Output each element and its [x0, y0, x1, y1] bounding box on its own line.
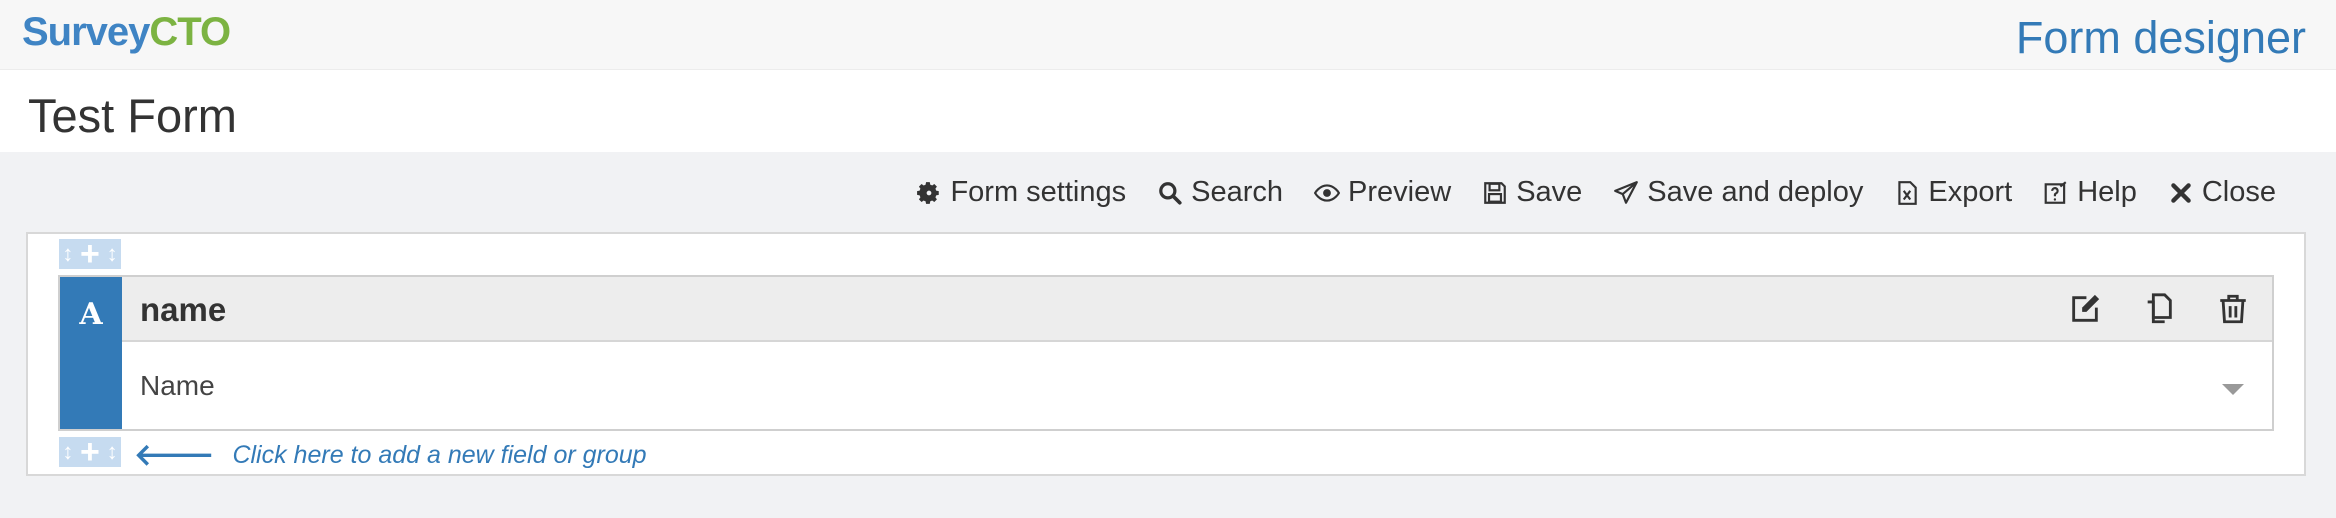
export-button[interactable]: Export — [1894, 176, 2012, 209]
save-and-deploy-button[interactable]: Save and deploy — [1613, 176, 1863, 209]
form-settings-label: Form settings — [950, 176, 1127, 208]
plus-icon: + — [80, 235, 100, 273]
preview-button[interactable]: Preview — [1314, 176, 1451, 209]
close-button[interactable]: Close — [2168, 176, 2276, 209]
insert-field-below-handle[interactable]: ↕ + ↕ — [59, 433, 121, 471]
help-label: Help — [2077, 176, 2137, 208]
page-title: Form designer — [2015, 12, 2306, 63]
add-field-link[interactable]: 🡐 Click here to add a new field or group — [134, 437, 647, 473]
move-arrow-icon: ↕ — [62, 241, 74, 266]
export-label: Export — [1928, 176, 2013, 208]
close-icon — [2171, 182, 2191, 203]
move-arrow-icon: ↕ — [62, 439, 74, 464]
save-label: Save — [1516, 176, 1583, 208]
search-button[interactable]: Search — [1157, 176, 1283, 209]
trash-icon[interactable] — [2216, 292, 2250, 326]
floppy-icon — [1484, 181, 1507, 204]
form-title-bar: Test Form — [0, 70, 2336, 152]
search-label: Search — [1191, 176, 1284, 208]
insert-field-above-handle[interactable]: ↕ + ↕ — [59, 235, 121, 273]
surveycto-logo[interactable]: SurveyCTO — [22, 10, 231, 55]
send-icon — [1614, 180, 1639, 204]
logo-part-survey: Survey — [22, 10, 150, 54]
top-bar: SurveyCTO Form designer — [0, 0, 2336, 70]
form-fields-panel: ↕ + ↕ A name Name ↕ + ↕ 🡐 Click here to … — [26, 232, 2306, 476]
arrow-left-icon: 🡐 — [134, 439, 215, 472]
field-body[interactable]: Name — [122, 344, 2272, 429]
close-label: Close — [2201, 176, 2276, 208]
field-label: Name — [140, 370, 215, 401]
chevron-down-icon[interactable] — [2222, 384, 2244, 395]
field-header: name — [122, 277, 2272, 342]
field-name: name — [140, 291, 227, 328]
move-arrow-icon: ↕ — [106, 439, 118, 464]
excel-icon — [1898, 180, 1918, 205]
preview-label: Preview — [1348, 176, 1452, 208]
help-icon — [2044, 180, 2067, 204]
help-button[interactable]: Help — [2043, 176, 2137, 209]
field-type-indicator: A — [60, 277, 122, 429]
designer-toolbar: Form settings Search Preview Save Save a… — [916, 176, 2276, 209]
field-card[interactable]: A name Name — [58, 275, 2274, 431]
edit-icon[interactable] — [2068, 292, 2102, 326]
gear-icon — [917, 181, 940, 204]
search-icon — [1159, 181, 1182, 205]
text-type-icon: A — [79, 297, 103, 332]
form-settings-button[interactable]: Form settings — [916, 176, 1126, 209]
save-and-deploy-label: Save and deploy — [1647, 176, 1864, 208]
logo-part-cto: CTO — [149, 10, 231, 54]
add-field-text: Click here to add a new field or group — [232, 440, 647, 469]
plus-icon: + — [80, 433, 100, 471]
copy-icon[interactable] — [2142, 292, 2176, 326]
save-button[interactable]: Save — [1482, 176, 1582, 209]
field-actions — [2068, 292, 2250, 326]
eye-icon — [1314, 183, 1341, 202]
move-arrow-icon: ↕ — [106, 241, 118, 266]
form-title: Test Form — [28, 89, 237, 142]
